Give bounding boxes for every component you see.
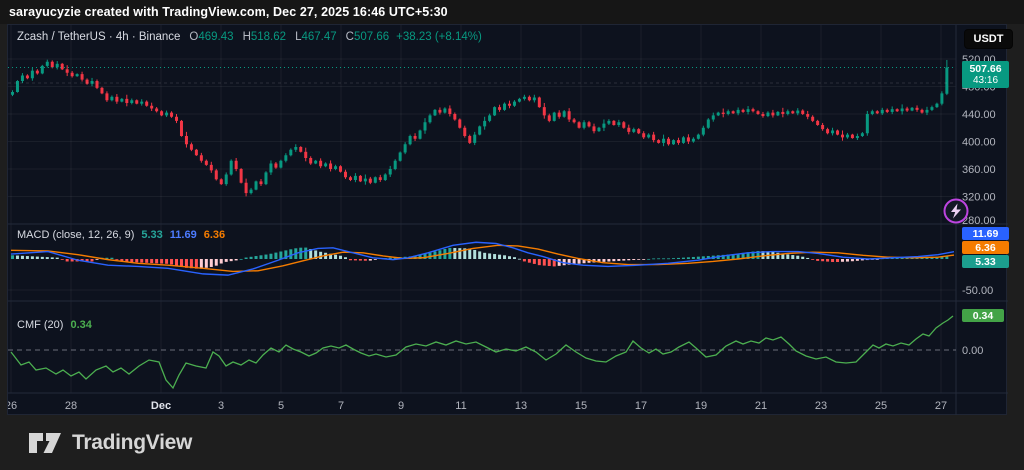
macd-legend: MACD (close, 12, 26, 9) 5.33 11.69 6.36 [17,229,225,241]
svg-text:17: 17 [635,400,647,412]
macd-signal-badge: 6.36 [962,241,1009,254]
last-price: 507.66 [969,63,1001,75]
macd-line-value: 11.69 [170,229,197,241]
svg-text:440.00: 440.00 [962,109,996,121]
symbol-title[interactable]: Zcash / TetherUS · 4h · Binance [17,31,180,43]
tradingview-snapshot: sarayucyzie created with TradingView.com… [0,0,1024,470]
symbol-legend: Zcash / TetherUS · 4h · Binance O469.43 … [17,31,482,43]
high-value: H518.62 [241,31,287,43]
svg-text:25: 25 [875,400,887,412]
chart-area[interactable]: 520.00480.00440.00400.00360.00320.00280.… [7,24,1007,415]
svg-text:400.00: 400.00 [962,137,996,149]
close-value: C507.66 [344,31,390,43]
gridlines [8,25,956,393]
tradingview-wordmark[interactable]: TradingView [72,431,192,455]
low-value: L467.47 [293,31,337,43]
candlestick-series[interactable] [11,60,948,197]
boost-lightning-icon[interactable] [942,197,970,225]
svg-text:28: 28 [65,400,77,412]
currency-toggle-button[interactable]: USDT [964,29,1013,49]
time-axis[interactable]: 26 28 Dec 3 5 7 9 11 13 15 17 19 21 23 25 27 [8,400,947,412]
macd-hist-badge: 5.33 [962,255,1009,268]
footer-bar: TradingView [0,415,1024,470]
pane-separators[interactable] [8,25,1008,416]
cmf-legend: CMF (20) 0.34 [17,319,92,331]
svg-text:13: 13 [515,400,527,412]
svg-text:23: 23 [815,400,827,412]
svg-text:7: 7 [338,400,344,412]
svg-text:15: 15 [575,400,587,412]
macd-title[interactable]: MACD (close, 12, 26, 9) [17,229,134,241]
cmf-value: 0.34 [70,319,91,331]
tradingview-logo-icon[interactable] [27,430,63,456]
last-price-badge: 507.66 43:16 [962,61,1009,88]
macd-line-badge: 11.69 [962,227,1009,240]
svg-text:3: 3 [218,400,224,412]
svg-text:5: 5 [278,400,284,412]
attribution-bar: sarayucyzie created with TradingView.com… [0,0,1024,24]
svg-text:21: 21 [755,400,767,412]
cmf-title[interactable]: CMF (20) [17,319,63,331]
svg-text:9: 9 [398,400,404,412]
cmf-line [11,316,953,388]
candle-countdown: 43:16 [973,75,998,87]
macd-hist-value: 5.33 [141,229,162,241]
macd-histogram [11,248,948,269]
change-value: +38.23 (+8.14%) [396,31,482,43]
svg-text:Dec: Dec [151,400,171,412]
macd-signal-value: 6.36 [204,229,225,241]
svg-text:26: 26 [8,400,17,412]
macd-axis-label: -50.00 [962,285,993,297]
svg-text:11: 11 [455,400,466,412]
svg-text:360.00: 360.00 [962,164,996,176]
chart-canvas[interactable]: 520.00480.00440.00400.00360.00320.00280.… [8,25,1008,416]
svg-text:19: 19 [695,400,707,412]
open-value: O469.43 [187,31,233,43]
attribution-text: sarayucyzie created with TradingView.com… [9,5,448,19]
svg-text:27: 27 [935,400,947,412]
cmf-axis-label: 0.00 [962,345,983,357]
cmf-value-badge: 0.34 [962,309,1004,322]
